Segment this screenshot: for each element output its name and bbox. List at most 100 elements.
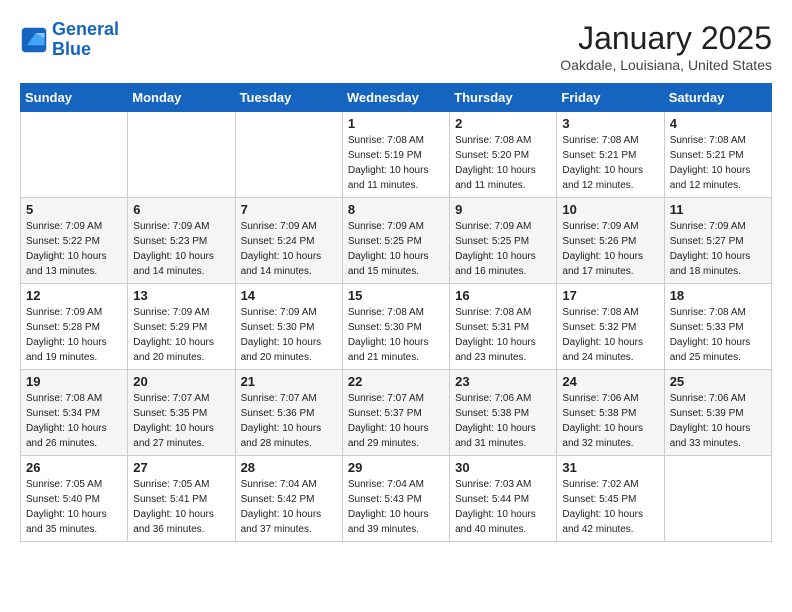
day-info: Sunrise: 7:08 AMSunset: 5:32 PMDaylight:… [562, 305, 658, 365]
calendar-week-row: 19 Sunrise: 7:08 AMSunset: 5:34 PMDaylig… [21, 370, 772, 456]
calendar-cell: 31 Sunrise: 7:02 AMSunset: 5:45 PMDaylig… [557, 456, 664, 542]
calendar-cell: 26 Sunrise: 7:05 AMSunset: 5:40 PMDaylig… [21, 456, 128, 542]
day-number: 14 [241, 288, 337, 303]
day-info: Sunrise: 7:08 AMSunset: 5:21 PMDaylight:… [670, 133, 766, 193]
month-title: January 2025 [560, 20, 772, 57]
weekday-header: Wednesday [342, 84, 449, 112]
day-info: Sunrise: 7:08 AMSunset: 5:21 PMDaylight:… [562, 133, 658, 193]
logo: General Blue [20, 20, 119, 60]
day-number: 17 [562, 288, 658, 303]
day-number: 31 [562, 460, 658, 475]
day-info: Sunrise: 7:08 AMSunset: 5:30 PMDaylight:… [348, 305, 444, 365]
day-info: Sunrise: 7:09 AMSunset: 5:25 PMDaylight:… [348, 219, 444, 279]
day-info: Sunrise: 7:04 AMSunset: 5:42 PMDaylight:… [241, 477, 337, 537]
day-info: Sunrise: 7:09 AMSunset: 5:27 PMDaylight:… [670, 219, 766, 279]
calendar-cell [21, 112, 128, 198]
day-number: 8 [348, 202, 444, 217]
calendar-week-row: 1 Sunrise: 7:08 AMSunset: 5:19 PMDayligh… [21, 112, 772, 198]
calendar-cell: 1 Sunrise: 7:08 AMSunset: 5:19 PMDayligh… [342, 112, 449, 198]
weekday-header: Thursday [450, 84, 557, 112]
day-number: 9 [455, 202, 551, 217]
calendar-cell: 20 Sunrise: 7:07 AMSunset: 5:35 PMDaylig… [128, 370, 235, 456]
day-info: Sunrise: 7:07 AMSunset: 5:36 PMDaylight:… [241, 391, 337, 451]
weekday-header: Monday [128, 84, 235, 112]
day-number: 29 [348, 460, 444, 475]
day-number: 10 [562, 202, 658, 217]
calendar-cell: 28 Sunrise: 7:04 AMSunset: 5:42 PMDaylig… [235, 456, 342, 542]
calendar-cell: 4 Sunrise: 7:08 AMSunset: 5:21 PMDayligh… [664, 112, 771, 198]
calendar-cell: 3 Sunrise: 7:08 AMSunset: 5:21 PMDayligh… [557, 112, 664, 198]
calendar-cell [235, 112, 342, 198]
calendar-week-row: 26 Sunrise: 7:05 AMSunset: 5:40 PMDaylig… [21, 456, 772, 542]
logo-text: General Blue [52, 20, 119, 60]
day-number: 6 [133, 202, 229, 217]
calendar-cell: 23 Sunrise: 7:06 AMSunset: 5:38 PMDaylig… [450, 370, 557, 456]
day-info: Sunrise: 7:05 AMSunset: 5:40 PMDaylight:… [26, 477, 122, 537]
day-number: 27 [133, 460, 229, 475]
day-info: Sunrise: 7:08 AMSunset: 5:34 PMDaylight:… [26, 391, 122, 451]
day-info: Sunrise: 7:09 AMSunset: 5:30 PMDaylight:… [241, 305, 337, 365]
calendar-cell: 14 Sunrise: 7:09 AMSunset: 5:30 PMDaylig… [235, 284, 342, 370]
calendar-week-row: 5 Sunrise: 7:09 AMSunset: 5:22 PMDayligh… [21, 198, 772, 284]
day-number: 3 [562, 116, 658, 131]
weekday-header-row: SundayMondayTuesdayWednesdayThursdayFrid… [21, 84, 772, 112]
day-number: 4 [670, 116, 766, 131]
day-info: Sunrise: 7:09 AMSunset: 5:24 PMDaylight:… [241, 219, 337, 279]
calendar-cell: 22 Sunrise: 7:07 AMSunset: 5:37 PMDaylig… [342, 370, 449, 456]
day-info: Sunrise: 7:08 AMSunset: 5:20 PMDaylight:… [455, 133, 551, 193]
page-header: General Blue January 2025 Oakdale, Louis… [20, 20, 772, 73]
day-number: 15 [348, 288, 444, 303]
calendar-cell: 9 Sunrise: 7:09 AMSunset: 5:25 PMDayligh… [450, 198, 557, 284]
calendar-week-row: 12 Sunrise: 7:09 AMSunset: 5:28 PMDaylig… [21, 284, 772, 370]
location: Oakdale, Louisiana, United States [560, 57, 772, 73]
weekday-header: Sunday [21, 84, 128, 112]
day-number: 20 [133, 374, 229, 389]
calendar-cell: 12 Sunrise: 7:09 AMSunset: 5:28 PMDaylig… [21, 284, 128, 370]
day-info: Sunrise: 7:08 AMSunset: 5:33 PMDaylight:… [670, 305, 766, 365]
day-number: 11 [670, 202, 766, 217]
day-info: Sunrise: 7:06 AMSunset: 5:39 PMDaylight:… [670, 391, 766, 451]
calendar-cell: 21 Sunrise: 7:07 AMSunset: 5:36 PMDaylig… [235, 370, 342, 456]
calendar-cell: 2 Sunrise: 7:08 AMSunset: 5:20 PMDayligh… [450, 112, 557, 198]
day-info: Sunrise: 7:03 AMSunset: 5:44 PMDaylight:… [455, 477, 551, 537]
calendar-cell: 10 Sunrise: 7:09 AMSunset: 5:26 PMDaylig… [557, 198, 664, 284]
day-info: Sunrise: 7:09 AMSunset: 5:26 PMDaylight:… [562, 219, 658, 279]
day-number: 24 [562, 374, 658, 389]
calendar-cell: 17 Sunrise: 7:08 AMSunset: 5:32 PMDaylig… [557, 284, 664, 370]
calendar-cell: 16 Sunrise: 7:08 AMSunset: 5:31 PMDaylig… [450, 284, 557, 370]
calendar-cell: 8 Sunrise: 7:09 AMSunset: 5:25 PMDayligh… [342, 198, 449, 284]
logo-icon [20, 26, 48, 54]
day-info: Sunrise: 7:09 AMSunset: 5:23 PMDaylight:… [133, 219, 229, 279]
logo-line1: General [52, 19, 119, 39]
day-number: 26 [26, 460, 122, 475]
day-number: 1 [348, 116, 444, 131]
day-info: Sunrise: 7:09 AMSunset: 5:22 PMDaylight:… [26, 219, 122, 279]
calendar-cell: 24 Sunrise: 7:06 AMSunset: 5:38 PMDaylig… [557, 370, 664, 456]
day-info: Sunrise: 7:08 AMSunset: 5:31 PMDaylight:… [455, 305, 551, 365]
calendar-cell: 29 Sunrise: 7:04 AMSunset: 5:43 PMDaylig… [342, 456, 449, 542]
calendar: SundayMondayTuesdayWednesdayThursdayFrid… [20, 83, 772, 542]
day-number: 23 [455, 374, 551, 389]
day-info: Sunrise: 7:02 AMSunset: 5:45 PMDaylight:… [562, 477, 658, 537]
day-info: Sunrise: 7:07 AMSunset: 5:35 PMDaylight:… [133, 391, 229, 451]
day-number: 2 [455, 116, 551, 131]
day-number: 13 [133, 288, 229, 303]
title-block: January 2025 Oakdale, Louisiana, United … [560, 20, 772, 73]
day-info: Sunrise: 7:08 AMSunset: 5:19 PMDaylight:… [348, 133, 444, 193]
day-number: 21 [241, 374, 337, 389]
calendar-cell [128, 112, 235, 198]
calendar-cell: 27 Sunrise: 7:05 AMSunset: 5:41 PMDaylig… [128, 456, 235, 542]
calendar-cell: 25 Sunrise: 7:06 AMSunset: 5:39 PMDaylig… [664, 370, 771, 456]
day-number: 25 [670, 374, 766, 389]
day-number: 5 [26, 202, 122, 217]
day-number: 12 [26, 288, 122, 303]
calendar-cell: 7 Sunrise: 7:09 AMSunset: 5:24 PMDayligh… [235, 198, 342, 284]
day-info: Sunrise: 7:06 AMSunset: 5:38 PMDaylight:… [562, 391, 658, 451]
day-number: 30 [455, 460, 551, 475]
day-info: Sunrise: 7:09 AMSunset: 5:28 PMDaylight:… [26, 305, 122, 365]
weekday-header: Saturday [664, 84, 771, 112]
weekday-header: Friday [557, 84, 664, 112]
calendar-cell: 15 Sunrise: 7:08 AMSunset: 5:30 PMDaylig… [342, 284, 449, 370]
day-info: Sunrise: 7:09 AMSunset: 5:25 PMDaylight:… [455, 219, 551, 279]
day-number: 7 [241, 202, 337, 217]
